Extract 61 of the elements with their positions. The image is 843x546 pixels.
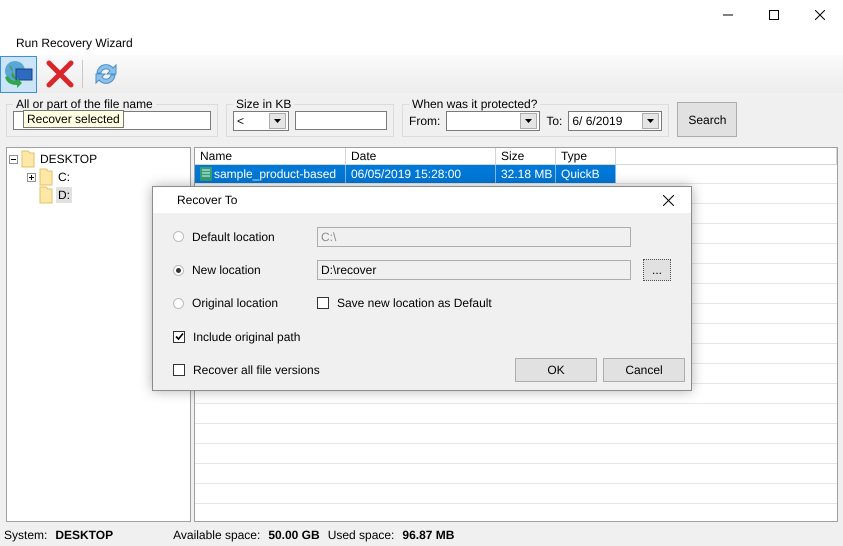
- file-icon: [200, 167, 212, 181]
- maximize-icon: [769, 10, 779, 20]
- column-header[interactable]: Type: [556, 148, 616, 164]
- plus-icon: [28, 174, 35, 180]
- status-value: DESKTOP: [55, 528, 114, 542]
- group-label: All or part of the file name: [15, 97, 154, 111]
- operator-dropdown[interactable]: <: [233, 110, 289, 130]
- cross-icon: [46, 60, 74, 88]
- group-label: Size in KB: [235, 97, 292, 111]
- tree-item[interactable]: C:: [56, 169, 72, 185]
- tree-item[interactable]: D:: [56, 187, 72, 203]
- status-value: 50.00 GB: [268, 528, 320, 542]
- group-label: When was it protected?: [411, 97, 538, 111]
- table-cell: 32.18 MB: [496, 165, 556, 183]
- caret-icon: [269, 112, 286, 128]
- from-date-picker[interactable]: [446, 110, 540, 130]
- table-cell: 06/05/2019 15:28:00: [346, 165, 496, 183]
- menu-item[interactable]: Run Recovery Wizard: [8, 36, 141, 50]
- caret-icon: [642, 112, 660, 128]
- tooltip: Recover selected: [23, 110, 124, 128]
- from-label: From:: [409, 114, 440, 128]
- radio-label: New location: [192, 263, 261, 278]
- collapse-toggle[interactable]: [9, 154, 18, 164]
- table-cell: sample_product-based: [195, 165, 346, 183]
- status-value: 96.87 MB: [402, 528, 454, 542]
- expand-toggle[interactable]: [27, 172, 36, 182]
- recover-button[interactable]: [0, 56, 37, 92]
- checkbox[interactable]: [173, 364, 185, 376]
- checkbox-label: Save new location as Default: [337, 296, 492, 310]
- checkbox-label: Include original path: [193, 330, 300, 344]
- radio-button[interactable]: [173, 264, 184, 276]
- checkbox[interactable]: [317, 297, 329, 310]
- dialog-title: Recover To: [177, 193, 238, 207]
- table-cell: QuickB: [556, 165, 616, 183]
- to-label: To:: [546, 114, 562, 128]
- radio-button[interactable]: [173, 298, 184, 309]
- column-header[interactable]: Size: [496, 148, 556, 164]
- radio-label: Default location: [192, 230, 275, 244]
- ok-button[interactable]: OK: [515, 358, 597, 382]
- radio-label: Original location: [192, 296, 278, 310]
- search-button[interactable]: Search: [677, 102, 738, 137]
- status-label: System:: [4, 528, 48, 542]
- checkbox[interactable]: [173, 330, 185, 343]
- cancel-button[interactable]: Cancel: [603, 358, 685, 382]
- checkbox-label: Recover all file versions: [193, 363, 320, 378]
- column-header[interactable]: Name: [195, 148, 346, 164]
- browse-button[interactable]: ...: [643, 259, 671, 282]
- folder-icon: [21, 150, 35, 168]
- globe-computer-icon: [3, 59, 34, 89]
- folder-icon: [39, 168, 53, 186]
- path-field[interactable]: D:\recover: [317, 260, 631, 280]
- close-icon: [662, 194, 674, 206]
- caret-icon: [520, 112, 538, 128]
- tree-item[interactable]: DESKTOP: [38, 151, 100, 167]
- status-label: Available space:: [173, 528, 260, 542]
- size-field[interactable]: [295, 111, 387, 130]
- folder-icon: [39, 186, 53, 204]
- close-icon: [815, 10, 825, 20]
- to-date-picker[interactable]: 6/ 6/2019: [568, 110, 662, 130]
- column-header[interactable]: Date: [346, 148, 496, 164]
- status-label: Used space:: [328, 528, 394, 542]
